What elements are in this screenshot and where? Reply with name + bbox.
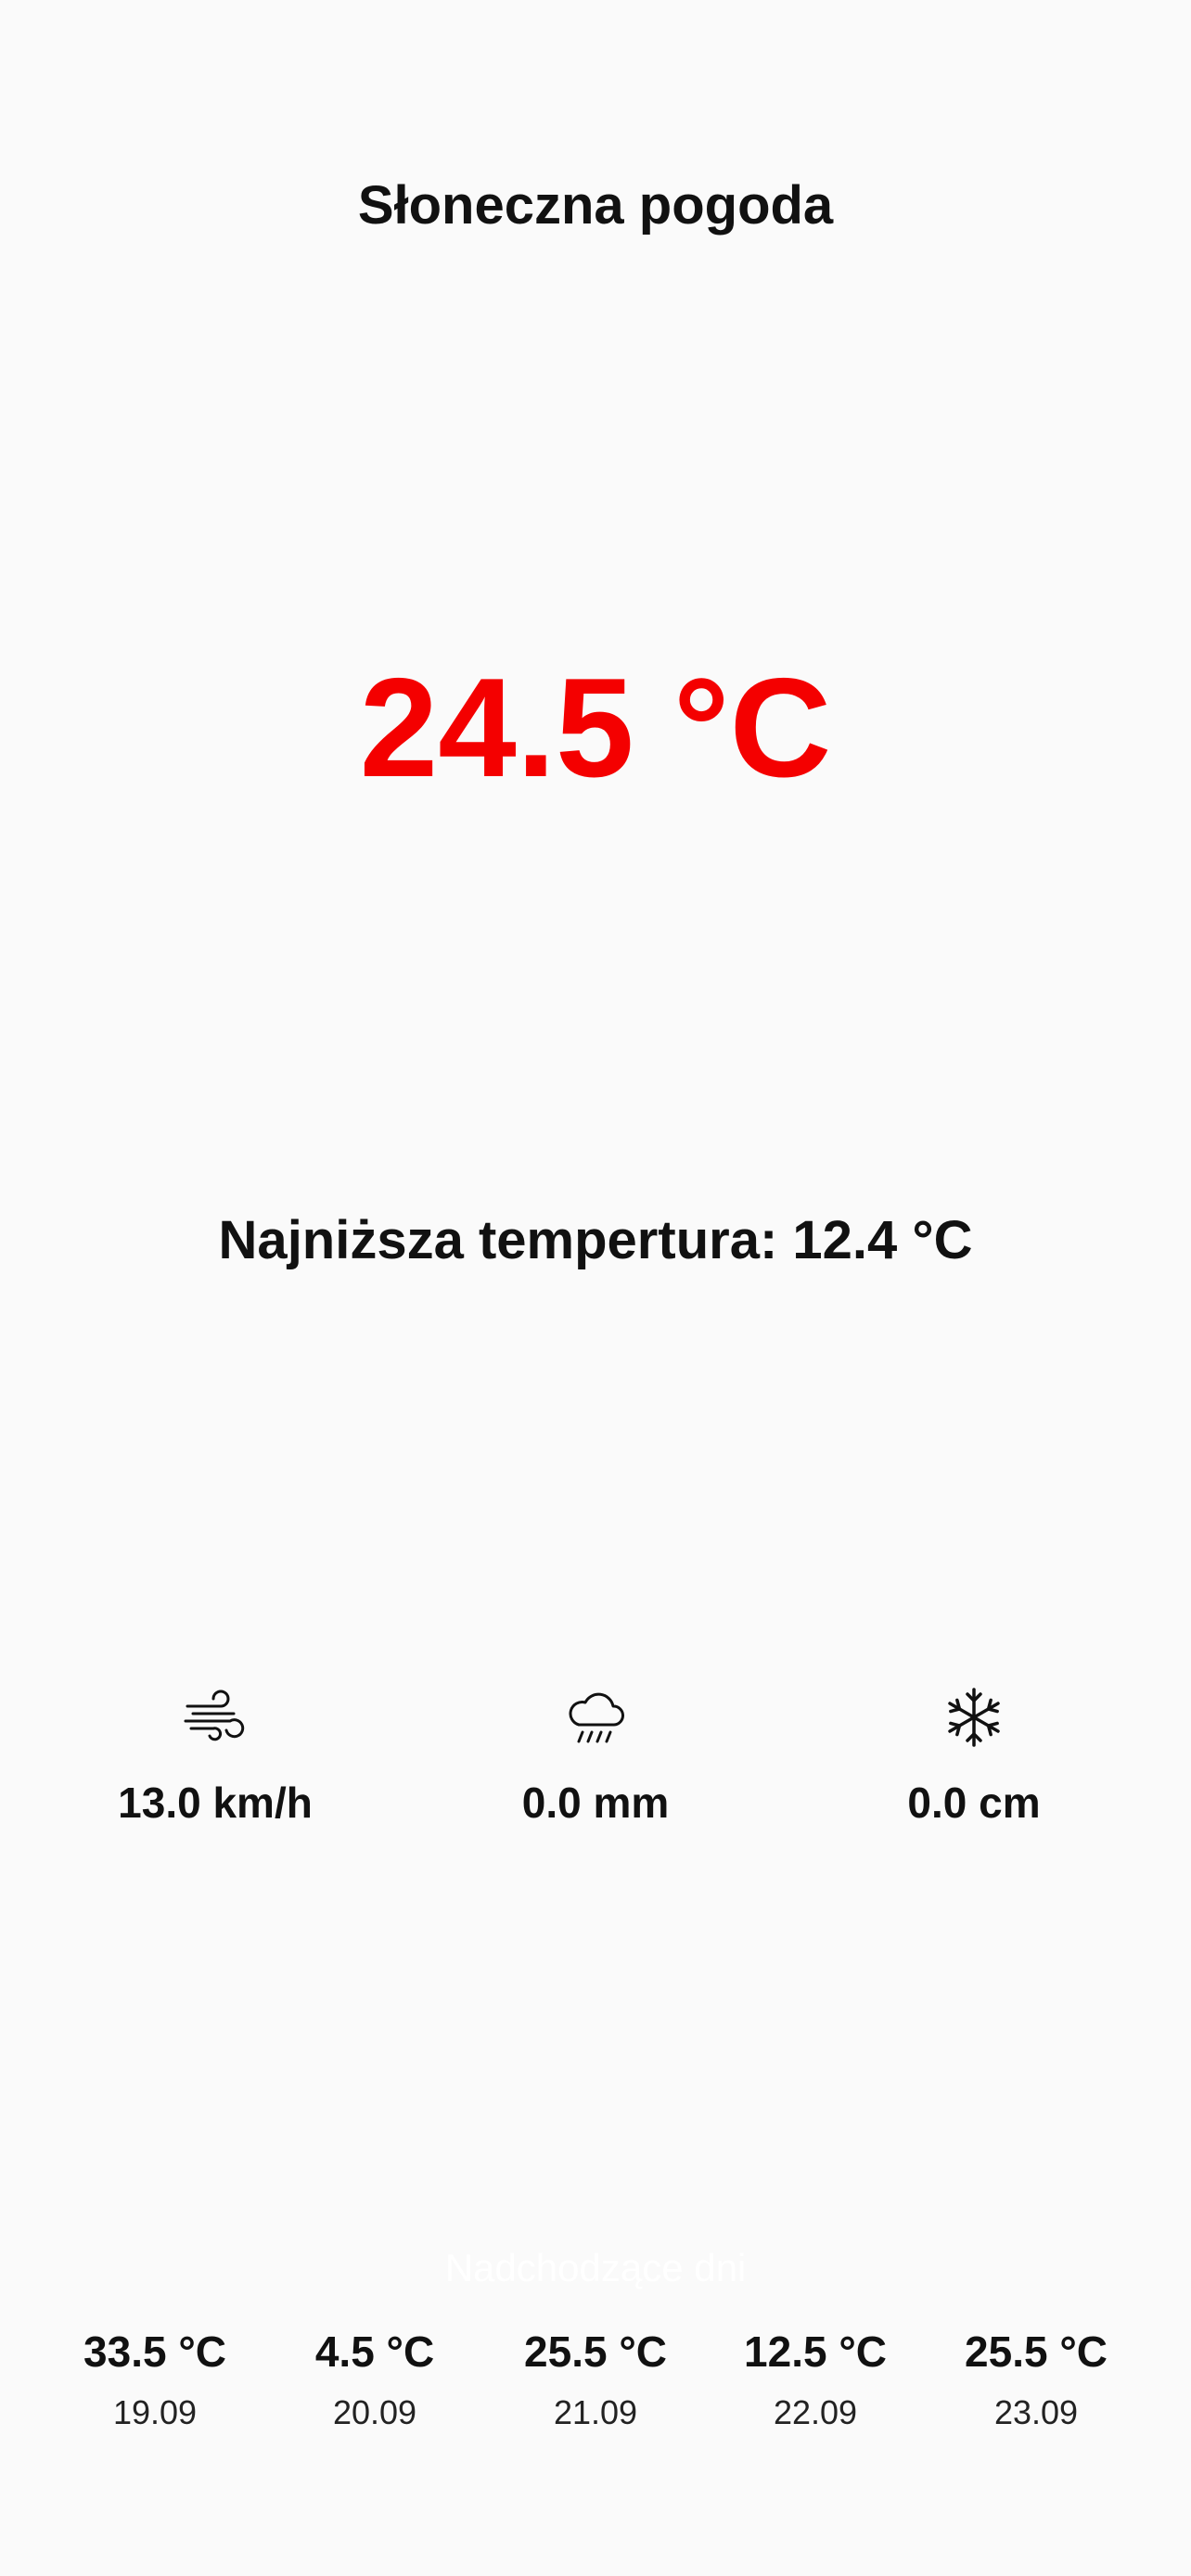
wind-icon [184,1690,245,1741]
forecast-date: 20.09 [332,2393,417,2431]
wind-stat: 13.0 km/h [30,1682,401,1829]
forecast-date: 22.09 [773,2393,858,2431]
wind-speed-value: 13.0 km/h [118,1779,313,1827]
forecast-day: 4.5 °C 20.09 [268,2326,481,2433]
forecast-temperature: 33.5 °C [83,2327,226,2376]
current-temperature: 24.5 °C [359,649,832,807]
forecast-temperature: 12.5 °C [744,2327,887,2376]
forecast-temperature: 25.5 °C [965,2327,1108,2376]
forecast-day: 12.5 °C 22.09 [709,2326,922,2433]
upcoming-days-heading: Nadchodzące dni [444,2246,747,2289]
page-title: Słoneczna pogoda [357,175,834,236]
forecast-day: 25.5 °C 23.09 [929,2326,1143,2433]
forecast-day: 33.5 °C 19.09 [48,2326,262,2433]
forecast-temperature: 4.5 °C [314,2327,435,2376]
rain-stat: 0.0 mm [410,1682,781,1829]
snowfall-value: 0.0 cm [907,1779,1041,1827]
precipitation-value: 0.0 mm [521,1779,670,1827]
forecast-date: 19.09 [112,2393,198,2431]
snow-stat: 0.0 cm [788,1682,1159,1829]
forecast-date: 21.09 [553,2393,638,2431]
cloud-rain-icon [569,1692,624,1743]
forecast-day: 25.5 °C 21.09 [489,2326,702,2433]
forecast-temperature: 25.5 °C [524,2327,667,2376]
min-temperature: Najniższa tempertura: 12.4 °C [218,1210,973,1270]
forecast-date: 23.09 [993,2393,1079,2431]
snowflake-icon [948,1688,1000,1747]
